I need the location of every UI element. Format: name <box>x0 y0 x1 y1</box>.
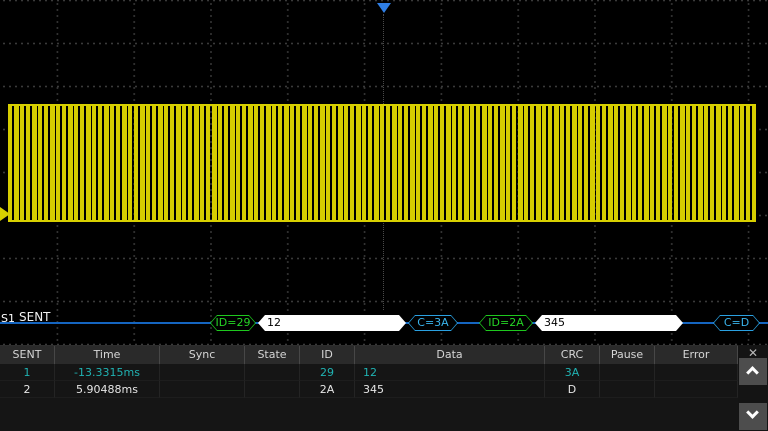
decode-source-label: S1 <box>1 312 15 325</box>
chevron-down-icon <box>746 406 759 419</box>
cell-data: 345 <box>355 381 545 398</box>
cell-sync <box>160 381 245 398</box>
cell-crc: D <box>545 381 600 398</box>
col-header-crc: CRC <box>545 346 600 364</box>
cell-pause <box>600 364 655 381</box>
frame-text: C=D <box>723 316 750 329</box>
decode-frame-id: ID=29 <box>210 315 256 331</box>
scroll-up-button[interactable] <box>739 358 767 385</box>
table-row[interactable]: 2 5.90488ms 2A 345 D <box>0 381 738 398</box>
frame-text: C=3A <box>417 316 449 329</box>
decode-frame-data: 345 <box>535 315 683 331</box>
col-header-state: State <box>245 346 300 364</box>
cell-time: 5.90488ms <box>55 381 160 398</box>
decode-protocol-label: SENT <box>19 310 51 324</box>
frame-text: 12 <box>267 316 281 329</box>
decode-table-header: SENT Time Sync State ID Data CRC Pause E… <box>0 346 738 364</box>
decode-frame-data: 12 <box>258 315 406 331</box>
col-header-time: Time <box>55 346 160 364</box>
trigger-marker-icon[interactable] <box>377 3 391 13</box>
col-header-sync: Sync <box>160 346 245 364</box>
cell-crc: 3A <box>545 364 600 381</box>
cell-sent: 1 <box>0 364 55 381</box>
frame-text: ID=29 <box>215 316 251 329</box>
cell-error <box>655 381 738 398</box>
scroll-down-button[interactable] <box>739 403 767 430</box>
cell-state <box>245 381 300 398</box>
col-header-error: Error <box>655 346 738 364</box>
cell-id: 29 <box>300 364 355 381</box>
waveform-display <box>0 0 768 345</box>
decode-frame-crc: C=3A <box>408 315 458 331</box>
cell-data: 12 <box>355 364 545 381</box>
cell-error <box>655 364 738 381</box>
cell-sync <box>160 364 245 381</box>
cell-pause <box>600 381 655 398</box>
cell-id: 2A <box>300 381 355 398</box>
channel1-level-marker-icon[interactable] <box>0 207 10 221</box>
table-side-column: ✕ <box>738 345 768 431</box>
col-header-sent: SENT <box>0 346 55 364</box>
decode-table: SENT Time Sync State ID Data CRC Pause E… <box>0 345 738 431</box>
chevron-up-icon <box>746 366 759 379</box>
channel1-waveform <box>8 104 756 222</box>
cell-sent: 2 <box>0 381 55 398</box>
frame-text: 345 <box>544 316 565 329</box>
oscilloscope-screen: S1 SENT ID=29 12 C=3A ID=2A 345 C=D SENT… <box>0 0 768 431</box>
col-header-data: Data <box>355 346 545 364</box>
table-row[interactable]: 1 -13.3315ms 29 12 3A <box>0 364 738 381</box>
frame-text: ID=2A <box>488 316 524 329</box>
col-header-pause: Pause <box>600 346 655 364</box>
col-header-id: ID <box>300 346 355 364</box>
decode-frame-id: ID=2A <box>479 315 533 331</box>
decode-frame-crc: C=D <box>713 315 760 331</box>
cell-time: -13.3315ms <box>55 364 160 381</box>
cell-state <box>245 364 300 381</box>
